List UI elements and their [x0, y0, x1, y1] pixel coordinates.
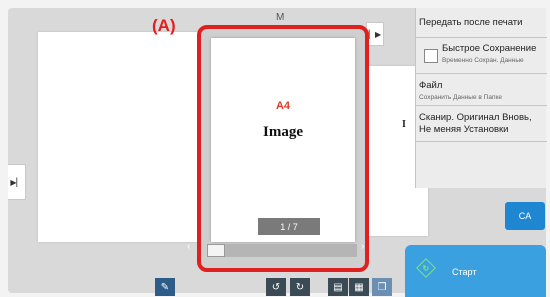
rotate-left-icon[interactable]: ↺ [266, 278, 286, 296]
background-page-glyph: M [276, 12, 285, 23]
file-title: Файл [419, 80, 443, 91]
preview-highlight: A4 Image 1 / 7 ‹ › [187, 25, 369, 272]
quick-save-item[interactable]: Быстрое Сохранение Временно Сохран. Данн… [416, 38, 547, 74]
scrollbar-thumb[interactable] [207, 244, 225, 257]
page-content-label: Image [263, 124, 303, 140]
preview-page[interactable]: A4 Image 1 / 7 [211, 38, 355, 242]
background-page-glyph: I [402, 119, 406, 130]
callout-label: (A) [152, 16, 176, 35]
start-diamond-icon: ↻ [416, 258, 436, 278]
rescan-label: Сканир. Оригинал Вновь, Не меняя Установ… [419, 112, 532, 135]
grid-view-icon[interactable]: ▦ [349, 278, 369, 296]
quick-save-checkbox[interactable] [424, 49, 438, 63]
rescan-item[interactable]: Сканир. Оригинал Вновь, Не меняя Установ… [416, 106, 547, 142]
paper-size-label: A4 [275, 100, 291, 112]
start-button[interactable]: ↻ Старт [405, 245, 546, 297]
start-label: Старт [452, 267, 477, 277]
file-item[interactable]: Файл Сохранить Данные в Папке [416, 74, 547, 106]
action-panel: Передать после печати Быстрое Сохранение… [415, 8, 547, 188]
send-after-print-item[interactable]: Передать после печати [416, 8, 547, 38]
edit-icon[interactable]: ✎ [155, 278, 175, 296]
left-panel-toggle[interactable]: ▶▏ [8, 164, 26, 200]
send-after-print-label: Передать после печати [419, 17, 523, 28]
background-page [38, 32, 208, 242]
scroll-right-icon[interactable]: › [361, 241, 364, 252]
stack-view-icon[interactable]: ❐ [372, 278, 392, 296]
expand-right-icon: ▶▏ [10, 177, 23, 187]
rotate-right-icon[interactable]: ↻ [290, 278, 310, 296]
expand-right-icon: ▏▶ [368, 29, 382, 39]
scroll-left-icon[interactable]: ‹ [187, 241, 190, 252]
file-subtitle: Сохранить Данные в Папке [419, 94, 502, 101]
page-scrollbar[interactable] [207, 244, 357, 257]
quick-save-title: Быстрое Сохранение [442, 43, 537, 54]
page-counter: 1 / 7 [258, 218, 320, 235]
quick-save-subtitle: Временно Сохран. Данные [442, 57, 524, 64]
clear-all-button[interactable]: CA [505, 202, 545, 230]
single-page-view-icon[interactable]: ▤ [328, 278, 348, 296]
